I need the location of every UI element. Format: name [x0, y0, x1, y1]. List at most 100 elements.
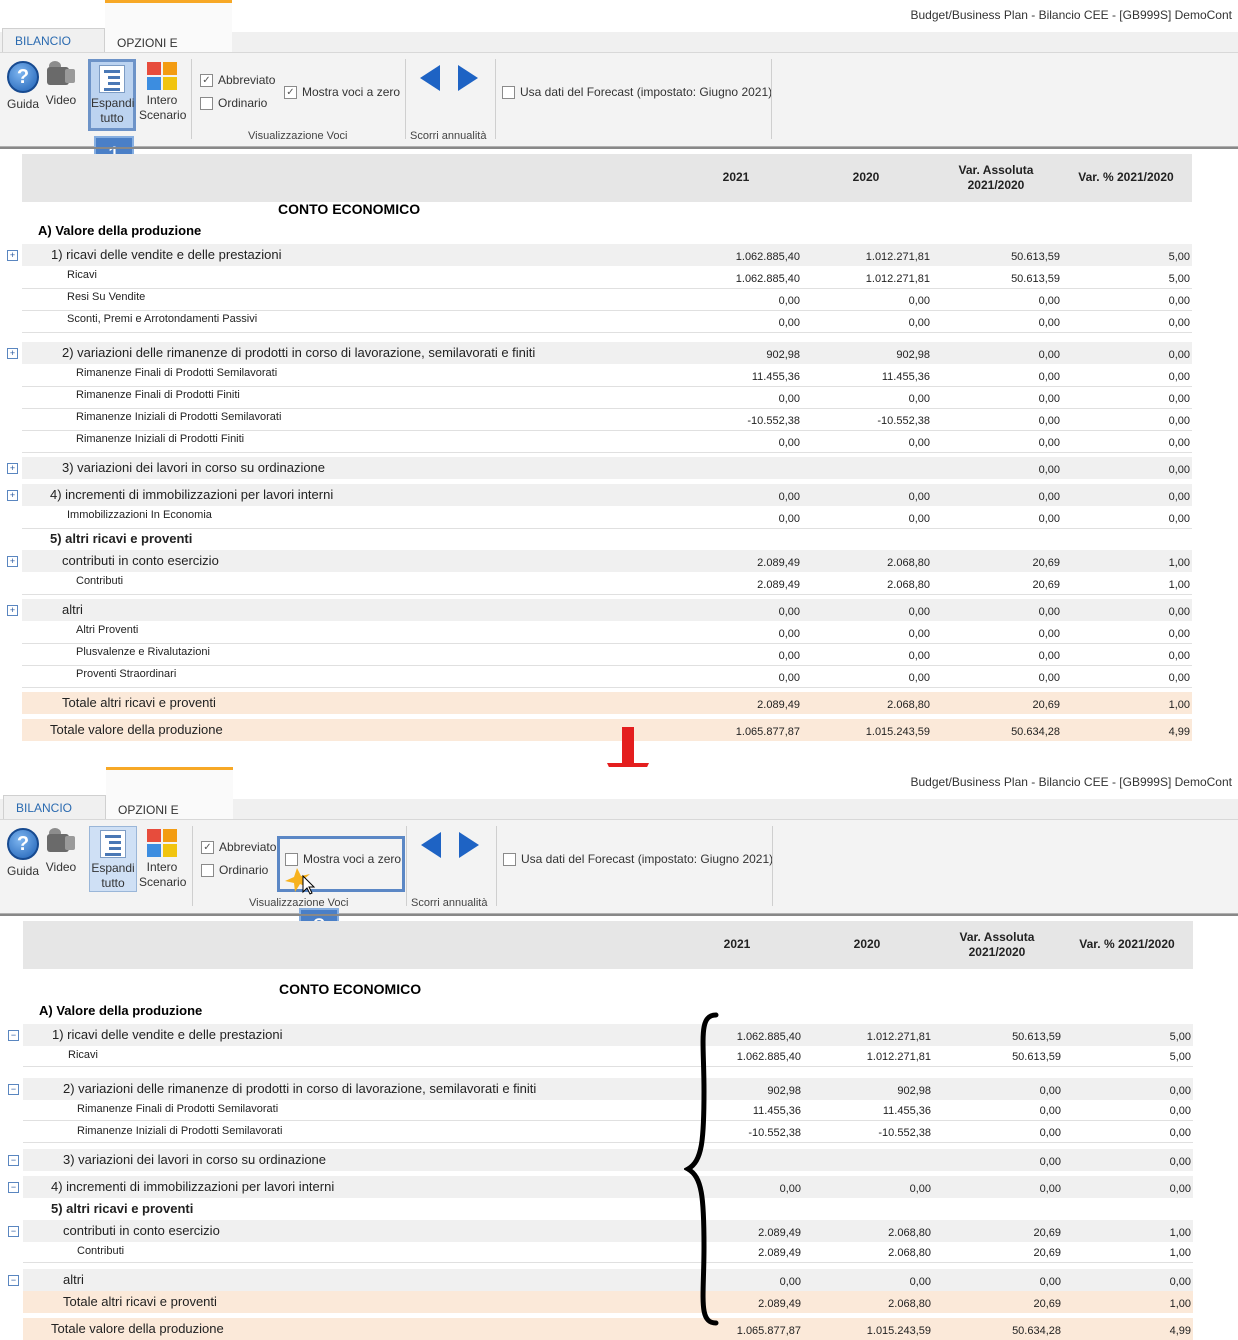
table-row[interactable]: Sconti, Premi e Arrotondamenti Passivi 0,… — [22, 310, 1192, 333]
table-row[interactable]: +1) ricavi delle vendite e delle prestaz… — [7, 244, 1192, 266]
value-2021: 1.065.877,87 — [735, 726, 800, 738]
value-2021: 2.089,49 — [757, 699, 800, 711]
value-2020: 0,00 — [908, 491, 930, 503]
table-row[interactable]: Contributi 2.089,49 2.068,80 20,69 1,00 — [22, 572, 1192, 595]
collapse-minus-icon[interactable]: − — [8, 1084, 19, 1095]
expand-plus-icon[interactable]: + — [7, 463, 18, 474]
table-row[interactable]: +2) variazioni delle rimanenze di prodot… — [7, 342, 1192, 364]
table-row[interactable]: +3) variazioni dei lavori in corso su or… — [7, 457, 1192, 479]
header-var-assoluta-line2: 2021/2020 — [968, 945, 1026, 959]
table-row[interactable]: + altri 0,00 0,00 0,00 0,00 — [7, 599, 1192, 621]
collapse-minus-icon[interactable]: − — [8, 1030, 19, 1041]
expand-plus-icon[interactable]: + — [7, 250, 18, 261]
tab-opzioni-stampa[interactable]: OPZIONI E STAMPA — [105, 0, 232, 74]
value-var-pct: 0,00 — [1168, 606, 1190, 618]
mostra-voci-zero-checkbox[interactable]: ✓ Mostra voci a zero — [284, 85, 400, 99]
value-2020: 2.068,80 — [887, 699, 930, 711]
value-var-pct: 0,00 — [1168, 628, 1190, 640]
table-row[interactable]: − contributi in conto esercizio 2.089,49 2.… — [8, 1220, 1193, 1242]
table-row[interactable]: Altri Proventi 0,00 0,00 0,00 0,00 — [22, 621, 1192, 644]
arrow-left-icon[interactable] — [421, 832, 441, 858]
table-row[interactable]: Rimanenze Finali di Prodotti Finiti 0,00 0… — [22, 386, 1192, 409]
video-button[interactable]: Video — [44, 826, 78, 875]
arrow-right-icon[interactable] — [458, 65, 478, 91]
table-row[interactable]: − 2) variazioni delle rimanenze di prodot… — [8, 1078, 1193, 1100]
collapse-minus-icon[interactable]: − — [8, 1155, 19, 1166]
arrow-right-icon[interactable] — [459, 832, 479, 858]
row-label: Ricavi — [67, 269, 97, 281]
total-row[interactable]: Totale valore della produzione 1.065.877,… — [23, 1318, 1193, 1340]
table-row[interactable]: Rimanenze Iniziali di Prodotti Semilavor… — [23, 1122, 1193, 1143]
table-row[interactable]: Rimanenze Iniziali di Prodotti Finiti 0,0… — [22, 430, 1192, 453]
table-row[interactable]: + contributi in conto esercizio 2.089,49 2.… — [7, 550, 1192, 572]
expand-plus-icon[interactable]: + — [7, 490, 18, 501]
tab-opzioni-stampa[interactable]: OPZIONI E STAMPA — [106, 767, 233, 841]
intero-scenario-button[interactable]: Intero Scenario — [139, 826, 187, 890]
forecast-checkbox[interactable]: Usa dati del Forecast (impostato: Giugno… — [503, 852, 773, 866]
value-2021: 0,00 — [778, 317, 800, 329]
checkbox-box — [200, 96, 213, 110]
table-row[interactable]: Rimanenze Finali di Prodotti Semilavorat… — [22, 364, 1192, 387]
value-var-assoluta: 0,00 — [1038, 464, 1060, 476]
ordinario-checkbox[interactable]: Ordinario — [200, 96, 267, 110]
expand-plus-icon[interactable]: + — [7, 605, 18, 616]
ordinario-checkbox[interactable]: Ordinario — [201, 863, 268, 877]
table-row[interactable]: − 1) ricavi delle vendite e delle prestaz… — [8, 1024, 1193, 1046]
header-var-assoluta: Var. Assoluta 2021/2020 — [937, 930, 1057, 960]
value-var-pct: 0,00 — [1168, 464, 1190, 476]
table-row[interactable]: Immobilizzazioni In Economia 0,00 0,00 0,00… — [22, 506, 1192, 529]
guida-button[interactable]: ? Guida — [6, 59, 40, 112]
grid-header: 2021 2020 Var. Assoluta 2021/2020 Var. % … — [23, 921, 1193, 969]
table-row[interactable]: 5) altri ricavi e proventi — [22, 528, 1192, 550]
table-row[interactable]: − 3) variazioni dei lavori in corso su or… — [8, 1149, 1193, 1171]
abbreviato-checkbox[interactable]: ✓ Abbreviato — [201, 840, 276, 854]
table-row[interactable]: Ricavi 1.062.885,40 1.012.271,81 50.613,59 5… — [22, 266, 1192, 289]
value-2020: 1.012.271,81 — [866, 1051, 931, 1063]
guida-button[interactable]: ? Guida — [6, 826, 40, 879]
value-2020: 0,00 — [909, 1183, 931, 1195]
collapse-minus-icon[interactable]: − — [8, 1182, 19, 1193]
value-var-pct: 5,00 — [1169, 1031, 1191, 1043]
value-2020: 2.068,80 — [887, 557, 930, 569]
table-row[interactable]: Rimanenze Iniziali di Prodotti Semilavor… — [22, 408, 1192, 431]
table-row[interactable]: − altri 0,00 0,00 0,00 0,00 — [8, 1269, 1193, 1291]
value-var-pct: 0,00 — [1168, 437, 1190, 449]
row-label: Immobilizzazioni In Economia — [67, 509, 212, 521]
intero-scenario-button[interactable]: Intero Scenario — [139, 59, 186, 123]
expand-plus-icon[interactable]: + — [7, 348, 18, 359]
row-label: Contributi — [76, 575, 124, 587]
value-var-pct: 0,00 — [1168, 317, 1190, 329]
table-row[interactable]: − 4) incrementi di immobilizzazioni per l… — [8, 1176, 1193, 1198]
table-row[interactable]: Contributi 2.089,49 2.068,80 20,69 1,00 — [23, 1242, 1193, 1263]
total-row[interactable]: Totale altri ricavi e proventi 2.089,49 2.… — [23, 1291, 1193, 1313]
separator — [496, 826, 497, 906]
expand-plus-icon[interactable]: + — [7, 556, 18, 567]
value-var-pct: 1,00 — [1169, 1298, 1191, 1310]
tab-bilancio-cee[interactable]: BILANCIO CEE — [2, 28, 105, 72]
table-row[interactable]: Proventi Straordinari 0,00 0,00 0,00 0,00 — [22, 665, 1192, 688]
mostra-voci-zero-label: Mostra voci a zero — [303, 852, 402, 866]
table-row[interactable]: Plusvalenze e Rivalutazioni 0,00 0,00 0,00 0… — [22, 643, 1192, 666]
table-row[interactable]: +4) incrementi di immobilizzazioni per l… — [7, 484, 1192, 506]
abbreviato-checkbox[interactable]: ✓ Abbreviato — [200, 73, 275, 87]
header-var-assoluta: Var. Assoluta 2021/2020 — [936, 163, 1056, 193]
value-var-assoluta: 50.613,59 — [1012, 1051, 1061, 1063]
intero-label-2: Scenario — [139, 875, 187, 889]
tab-bilancio-cee[interactable]: BILANCIO CEE — [3, 795, 106, 839]
table-row[interactable]: 5) altri ricavi e proventi — [23, 1198, 1193, 1218]
video-button[interactable]: Video — [44, 59, 78, 108]
espandi-tutto-button[interactable]: Espandi tutto — [89, 826, 137, 892]
value-var-assoluta: 0,00 — [1039, 1276, 1061, 1288]
collapse-minus-icon[interactable]: − — [8, 1226, 19, 1237]
collapse-minus-icon[interactable]: − — [8, 1275, 19, 1286]
espandi-tutto-button[interactable]: Espandi tutto — [88, 59, 136, 131]
section-title: CONTO ECONOMICO — [278, 201, 421, 217]
mostra-voci-zero-checkbox[interactable]: Mostra voci a zero — [285, 852, 401, 866]
forecast-checkbox[interactable]: Usa dati del Forecast (impostato: Giugno… — [502, 85, 772, 99]
table-row[interactable]: Rimanenze Finali di Prodotti Semilavorat… — [23, 1100, 1193, 1121]
total-row[interactable]: Totale altri ricavi e proventi 2.089,49 2.… — [22, 692, 1192, 714]
table-row[interactable]: Ricavi 1.062.885,40 1.012.271,81 50.613,59 5… — [23, 1046, 1193, 1067]
arrow-left-icon[interactable] — [420, 65, 440, 91]
value-var-pct: 0,00 — [1169, 1085, 1191, 1097]
table-row[interactable]: Resi Su Vendite 0,00 0,00 0,00 0,00 — [22, 288, 1192, 311]
